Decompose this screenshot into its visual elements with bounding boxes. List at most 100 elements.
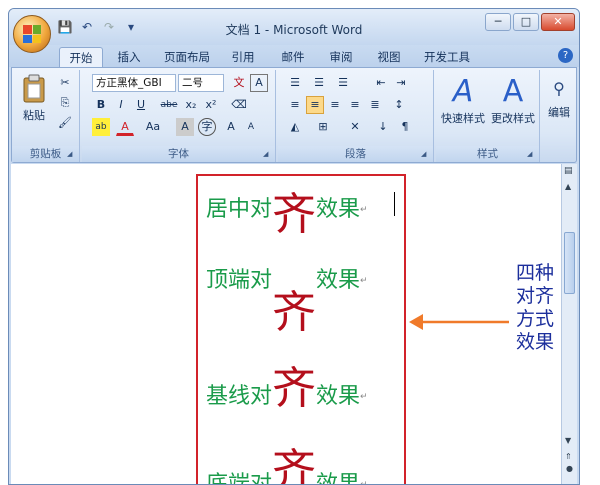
line-baseline-align: 基线对齐效果↵ xyxy=(206,352,368,416)
editing-button[interactable]: ⚲ 编辑 xyxy=(544,74,574,120)
bold-button[interactable]: B xyxy=(92,96,110,114)
clipboard-icon xyxy=(23,74,45,103)
align-right-icon[interactable]: ≡ xyxy=(326,96,344,114)
font-color-button[interactable]: A xyxy=(116,118,134,136)
binoculars-icon: ⚲ xyxy=(553,79,565,98)
change-case-button[interactable]: Aa xyxy=(140,118,166,136)
browse-object-icon[interactable]: ● xyxy=(566,464,573,473)
align-center-icon[interactable]: ≡ xyxy=(306,96,324,114)
document-area[interactable]: 居中对齐效果↵ 顶端对齐效果↵ 基线对齐效果↵ 底端对齐效果↵ 四种 对齐 方式… xyxy=(11,164,577,485)
tab-mailings[interactable]: 邮件 xyxy=(275,47,311,67)
phonetic-guide-icon[interactable]: 文 xyxy=(230,74,248,92)
dialog-launcher-icon[interactable]: ◢ xyxy=(421,149,431,159)
quick-styles-button[interactable]: A 快速样式 xyxy=(438,74,488,126)
paste-button[interactable]: 粘贴 xyxy=(18,74,50,128)
group-clipboard: 粘贴 ✂ ⎘ 🖌 剪贴板 ◢ xyxy=(12,70,80,162)
text-caret xyxy=(394,192,395,216)
superscript-button[interactable]: x² xyxy=(202,96,220,114)
line-text-post: 效果 xyxy=(316,268,361,293)
note-line: 方式 xyxy=(515,308,554,330)
align-left-icon[interactable]: ≡ xyxy=(286,96,304,114)
multilevel-list-icon[interactable]: ☰ xyxy=(334,74,352,92)
paragraph-mark-icon: ↵ xyxy=(360,480,368,485)
char-border-icon[interactable]: A xyxy=(250,74,268,92)
minimize-button[interactable]: ─ xyxy=(485,13,511,31)
paragraph-group-label: 段落 xyxy=(278,146,433,162)
dialog-launcher-icon[interactable]: ◢ xyxy=(67,149,77,159)
office-button[interactable] xyxy=(13,15,51,53)
tab-insert[interactable]: 插入 xyxy=(111,47,147,67)
underline-button[interactable]: U xyxy=(132,96,150,114)
group-font: 方正黑体_GBI 二号 文 A B I U abe x₂ x² ⌫ ab A A… xyxy=(82,70,276,162)
font-size-dropdown[interactable]: 二号 xyxy=(178,74,224,92)
quick-styles-label: 快速样式 xyxy=(441,112,485,125)
char-shading-button[interactable]: A xyxy=(176,118,194,136)
maximize-button[interactable]: □ xyxy=(513,13,539,31)
vertical-scrollbar[interactable]: ▤ ▲ ▼ ⇑ ● xyxy=(561,164,577,484)
dialog-launcher-icon[interactable]: ◢ xyxy=(263,149,273,159)
grow-font-button[interactable]: A xyxy=(222,118,240,136)
office-logo-icon xyxy=(23,25,41,43)
change-styles-label: 更改样式 xyxy=(491,112,535,125)
strikethrough-button[interactable]: abe xyxy=(158,96,180,114)
numbering-icon[interactable]: ☰ xyxy=(310,74,328,92)
quick-styles-icon: A xyxy=(452,74,474,109)
note-text: 四种 对齐 方式 效果 xyxy=(511,262,559,354)
tab-page-layout[interactable]: 页面布局 xyxy=(159,47,215,67)
increase-indent-icon[interactable]: ⇥ xyxy=(392,74,410,92)
tab-developer[interactable]: 开发工具 xyxy=(419,47,475,67)
help-icon[interactable]: ? xyxy=(558,48,573,63)
prev-page-icon[interactable]: ⇑ xyxy=(565,452,572,461)
show-marks-icon[interactable]: ¶ xyxy=(396,118,414,136)
group-styles: A 快速样式 A 更改样式 样式 ◢ xyxy=(436,70,540,162)
ruler-toggle-icon[interactable]: ▤ xyxy=(564,166,573,176)
line-text-post: 效果 xyxy=(316,472,361,485)
styles-group-label: 样式 xyxy=(436,146,539,162)
group-editing: ⚲ 编辑 xyxy=(542,70,576,162)
chinese-layout-icon[interactable]: ✕ xyxy=(346,118,364,136)
note-line: 四种 xyxy=(515,262,554,284)
scroll-thumb[interactable] xyxy=(564,232,575,294)
format-painter-icon[interactable]: 🖌 xyxy=(56,114,74,132)
paste-label: 粘贴 xyxy=(23,109,45,122)
font-name-dropdown[interactable]: 方正黑体_GBI xyxy=(92,74,176,92)
shading-icon[interactable]: ◭ xyxy=(286,118,304,136)
large-char: 齐 xyxy=(272,287,317,338)
cut-icon[interactable]: ✂ xyxy=(56,74,74,92)
font-group-label: 字体 xyxy=(82,146,275,162)
decrease-indent-icon[interactable]: ⇤ xyxy=(372,74,390,92)
large-char: 齐 xyxy=(272,189,317,240)
line-text-pre: 基线对 xyxy=(206,384,273,409)
highlight-icon[interactable]: ab xyxy=(92,118,110,136)
clear-format-icon[interactable]: ⌫ xyxy=(230,96,248,114)
enclose-char-button[interactable]: 字 xyxy=(198,118,216,136)
borders-icon[interactable]: ⊞ xyxy=(314,118,332,136)
italic-button[interactable]: I xyxy=(112,96,130,114)
change-styles-button[interactable]: A 更改样式 xyxy=(488,74,538,126)
line-text-post: 效果 xyxy=(316,197,361,222)
line-spacing-icon[interactable]: ↕ xyxy=(390,96,408,114)
copy-icon[interactable]: ⎘ xyxy=(56,94,74,112)
large-char: 齐 xyxy=(272,445,317,485)
justify-icon[interactable]: ≡ xyxy=(346,96,364,114)
bullets-icon[interactable]: ☰ xyxy=(286,74,304,92)
tab-review[interactable]: 审阅 xyxy=(323,47,359,67)
close-button[interactable]: ✕ xyxy=(541,13,575,31)
scroll-down-icon[interactable]: ▼ xyxy=(565,436,571,445)
distributed-icon[interactable]: ≣ xyxy=(366,96,384,114)
line-text-post: 效果 xyxy=(316,384,361,409)
tab-view[interactable]: 视图 xyxy=(371,47,407,67)
shrink-font-button[interactable]: A xyxy=(242,118,260,136)
paragraph-mark-icon: ↵ xyxy=(360,392,368,402)
tab-references[interactable]: 引用 xyxy=(225,47,261,67)
line-text-pre: 底端对 xyxy=(206,472,273,485)
dialog-launcher-icon[interactable]: ◢ xyxy=(527,149,537,159)
line-center-align: 居中对齐效果↵ xyxy=(206,178,368,242)
line-text-pre: 居中对 xyxy=(206,197,273,222)
subscript-button[interactable]: x₂ xyxy=(182,96,200,114)
tab-home[interactable]: 开始 xyxy=(59,47,103,67)
sort-icon[interactable]: ↓ xyxy=(374,118,392,136)
scroll-up-icon[interactable]: ▲ xyxy=(565,182,571,191)
paragraph-mark-icon: ↵ xyxy=(360,205,368,215)
line-bottom-align: 底端对齐效果↵ xyxy=(206,434,368,485)
